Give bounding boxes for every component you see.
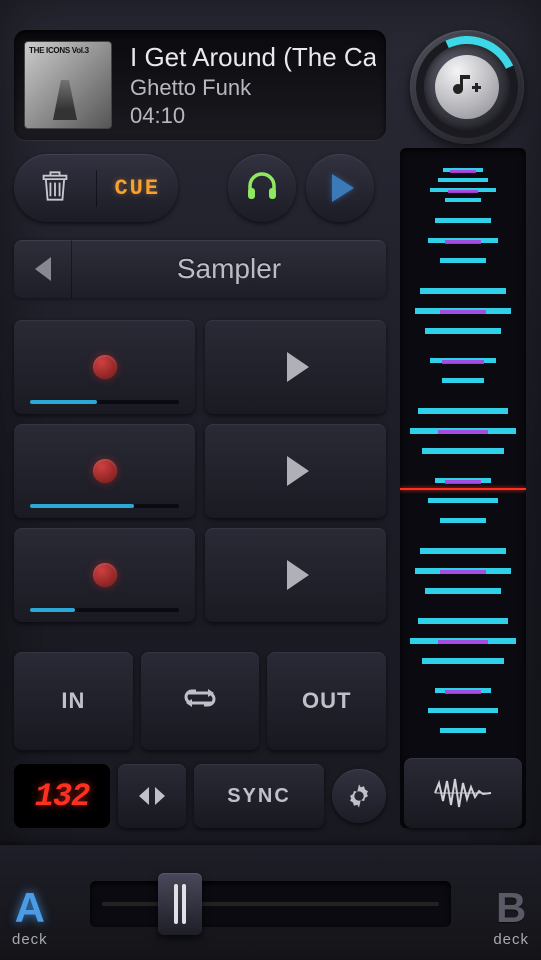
- waveform-overview-button[interactable]: [404, 758, 522, 828]
- sampler-panel: [14, 320, 386, 632]
- crossfader-handle[interactable]: [158, 873, 202, 935]
- nudge-arrows-icon: [139, 787, 165, 805]
- sample-progress: [30, 608, 179, 612]
- sample-record-button[interactable]: [14, 424, 195, 518]
- bpm-display: 132: [14, 764, 110, 828]
- headphone-icon: [244, 168, 280, 209]
- bpm-value: 132: [35, 778, 90, 815]
- loop-row: IN OUT: [14, 652, 386, 750]
- record-icon: [93, 355, 117, 379]
- track-duration: 04:10: [130, 103, 376, 129]
- track-info-panel[interactable]: I Get Around (The Ca Ghetto Funk 04:10: [14, 30, 386, 140]
- play-icon: [287, 352, 309, 382]
- headphone-cue-button[interactable]: [228, 154, 296, 222]
- loop-out-label: OUT: [302, 688, 351, 714]
- settings-button[interactable]: [332, 769, 386, 823]
- tempo-row: 132 SYNC: [14, 764, 386, 828]
- chevron-left-icon: [35, 257, 51, 281]
- waveform-mini-icon: [433, 775, 493, 811]
- deck-a-letter: A: [12, 887, 48, 929]
- loop-toggle-button[interactable]: [141, 652, 260, 750]
- gear-icon: [345, 782, 373, 810]
- music-plus-icon: [449, 69, 485, 105]
- pitch-nudge-button[interactable]: [118, 764, 186, 828]
- cue-label: CUE: [114, 176, 160, 201]
- dj-app: I Get Around (The Ca Ghetto Funk 04:10 C…: [0, 0, 541, 960]
- playhead-line: [400, 488, 526, 490]
- deck-b-label: deck: [493, 931, 529, 948]
- sample-progress: [30, 504, 179, 508]
- sample-play-button[interactable]: [205, 320, 386, 414]
- crossfader-groove: [102, 902, 439, 906]
- loop-in-button[interactable]: IN: [14, 652, 133, 750]
- waveform-vertical[interactable]: [400, 148, 526, 828]
- loop-icon: [180, 683, 220, 719]
- play-icon: [332, 174, 354, 202]
- play-button[interactable]: [306, 154, 374, 222]
- deck-b-letter: B: [493, 887, 529, 929]
- loop-out-button[interactable]: OUT: [267, 652, 386, 750]
- track-title: I Get Around (The Ca: [130, 42, 376, 73]
- delete-button[interactable]: [14, 170, 97, 207]
- play-icon: [287, 560, 309, 590]
- transport-row: CUE: [14, 154, 374, 222]
- deck-a-selector[interactable]: A deck: [12, 887, 48, 948]
- record-icon: [93, 459, 117, 483]
- sample-progress: [30, 400, 179, 404]
- crossfader-track[interactable]: [90, 881, 451, 927]
- deck-b-selector[interactable]: B deck: [493, 887, 529, 948]
- sync-label: SYNC: [227, 785, 291, 808]
- track-meta: I Get Around (The Ca Ghetto Funk 04:10: [130, 42, 376, 129]
- load-track-button[interactable]: [435, 55, 499, 119]
- sample-play-button[interactable]: [205, 528, 386, 622]
- loop-in-label: IN: [61, 688, 85, 714]
- sample-record-button[interactable]: [14, 320, 195, 414]
- track-artist: Ghetto Funk: [130, 75, 376, 101]
- section-back-button[interactable]: [14, 240, 72, 298]
- sample-play-button[interactable]: [205, 424, 386, 518]
- trash-icon: [41, 170, 69, 207]
- section-header: Sampler: [14, 240, 386, 298]
- section-title: Sampler: [72, 253, 386, 285]
- sampler-row: [14, 320, 386, 414]
- sync-button[interactable]: SYNC: [194, 764, 324, 828]
- album-art: [24, 41, 112, 129]
- sample-record-button[interactable]: [14, 528, 195, 622]
- record-icon: [93, 563, 117, 587]
- cue-button[interactable]: CUE: [97, 176, 179, 201]
- load-track-knob[interactable]: [410, 30, 524, 144]
- play-icon: [287, 456, 309, 486]
- sampler-row: [14, 528, 386, 622]
- deck-a-label: deck: [12, 931, 48, 948]
- trash-cue-pill: CUE: [14, 154, 178, 222]
- bottom-bar: A deck B deck: [0, 845, 541, 960]
- sampler-row: [14, 424, 386, 518]
